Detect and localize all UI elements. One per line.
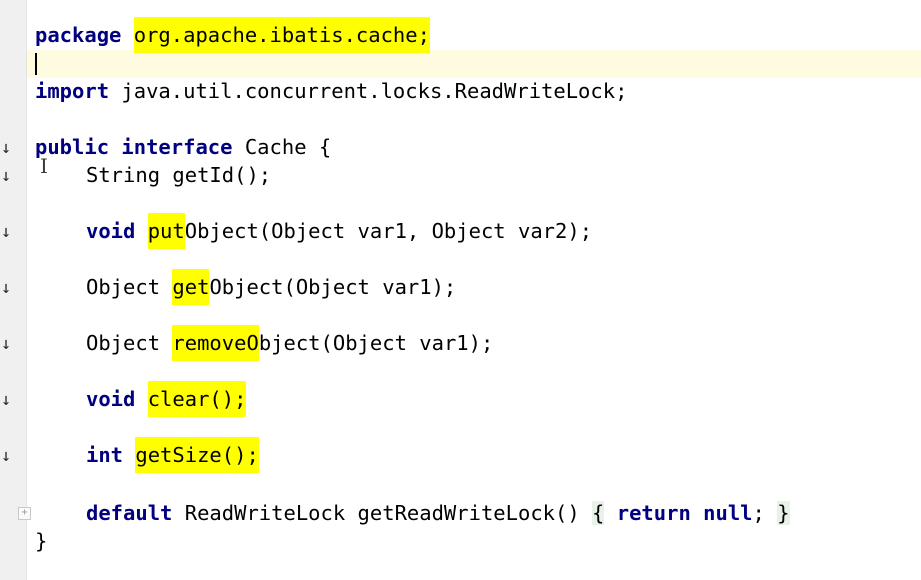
editor-gutter: ↓ ↓ ↓ ↓ ↓ ↓ ↓ bbox=[0, 0, 27, 580]
keyword-default: default bbox=[86, 501, 173, 525]
import-path: java.util.concurrent.locks.ReadWriteLock… bbox=[121, 79, 628, 103]
search-match: getSize(); bbox=[135, 437, 259, 473]
search-match: clear(); bbox=[147, 381, 247, 417]
implemented-marker-icon[interactable]: ↓ bbox=[0, 138, 12, 158]
implemented-marker-icon[interactable]: ↓ bbox=[0, 390, 12, 410]
implemented-marker-icon[interactable]: ↓ bbox=[0, 278, 12, 298]
keyword-void: void bbox=[86, 219, 136, 243]
keyword-return: return bbox=[616, 501, 691, 525]
method-rest: bject(Object var1); bbox=[258, 331, 494, 355]
fold-expand-icon[interactable]: + bbox=[18, 507, 31, 520]
return-type: Object bbox=[86, 275, 173, 299]
code-line-getobject[interactable]: Object getObject(Object var1); bbox=[86, 269, 457, 305]
search-match: removeO bbox=[172, 325, 259, 361]
code-line-getid[interactable]: String getId(); bbox=[86, 161, 271, 189]
current-line-highlight bbox=[27, 50, 921, 78]
search-match: put bbox=[147, 213, 185, 249]
code-line-clear[interactable]: void clear(); bbox=[86, 381, 247, 417]
return-type: Object bbox=[86, 331, 173, 355]
keyword-public: public bbox=[35, 135, 110, 159]
folded-brace-close[interactable]: } bbox=[777, 501, 790, 525]
method-rest: Object(Object var1, Object var2); bbox=[184, 219, 593, 243]
code-line-default-method[interactable]: default ReadWriteLock getReadWriteLock()… bbox=[86, 499, 790, 527]
semicolon: ; bbox=[752, 501, 765, 525]
method-signature: ReadWriteLock getReadWriteLock() bbox=[184, 501, 580, 525]
folded-brace-open[interactable]: { bbox=[592, 501, 605, 525]
keyword-interface: interface bbox=[121, 135, 233, 159]
code-line-interface[interactable]: public interface Cache { bbox=[35, 133, 331, 161]
code-line-import[interactable]: import java.util.concurrent.locks.ReadWr… bbox=[35, 77, 627, 105]
implemented-marker-icon[interactable]: ↓ bbox=[0, 334, 12, 354]
implemented-marker-icon[interactable]: ↓ bbox=[0, 166, 12, 186]
text-caret bbox=[35, 53, 37, 75]
package-name: org.apache.ibatis.cache; bbox=[133, 17, 430, 53]
keyword-import: import bbox=[35, 79, 110, 103]
interface-declaration: Cache { bbox=[244, 135, 332, 159]
closing-brace: } bbox=[35, 529, 48, 553]
keyword-int: int bbox=[86, 443, 124, 467]
keyword-package: package bbox=[35, 23, 122, 47]
implemented-marker-icon[interactable]: ↓ bbox=[0, 222, 12, 242]
keyword-null: null bbox=[703, 501, 753, 525]
keyword-void: void bbox=[86, 387, 136, 411]
method-getid: String getId(); bbox=[86, 163, 272, 187]
code-line-closing-brace[interactable]: } bbox=[35, 527, 47, 555]
code-line-removeobject[interactable]: Object removeObject(Object var1); bbox=[86, 325, 494, 361]
code-line-getsize[interactable]: int getSize(); bbox=[86, 437, 259, 473]
implemented-marker-icon[interactable]: ↓ bbox=[0, 446, 12, 466]
code-line-package[interactable]: package org.apache.ibatis.cache; bbox=[35, 17, 430, 53]
method-rest: Object(Object var1); bbox=[209, 275, 457, 299]
search-match: get bbox=[172, 269, 210, 305]
code-line-putobject[interactable]: void putObject(Object var1, Object var2)… bbox=[86, 213, 593, 249]
